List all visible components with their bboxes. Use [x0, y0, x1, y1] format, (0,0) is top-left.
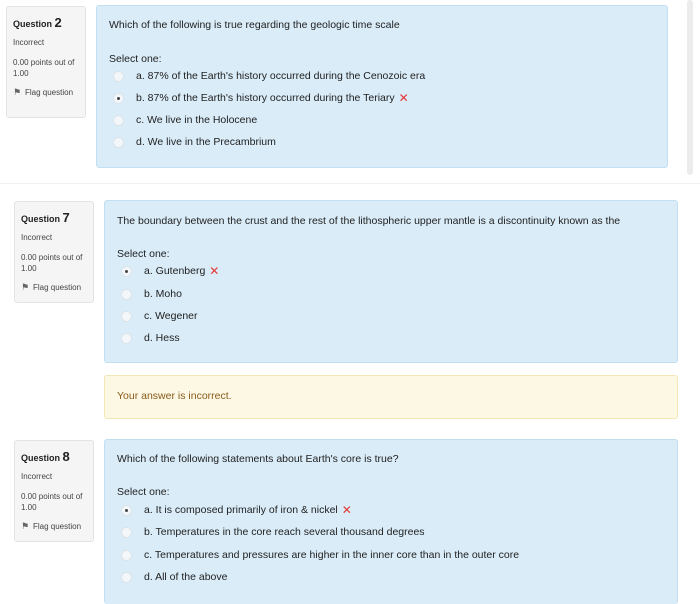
answer-option-a[interactable]: a. 87% of the Earth's history occurred d…	[113, 69, 425, 83]
flag-icon: ⚑	[21, 282, 30, 292]
question-grade: 0.00 points out of 1.00	[21, 492, 83, 512]
answer-option-c[interactable]: c. Temperatures and pressures are higher…	[121, 548, 519, 562]
question-7-formulation: The boundary between the crust and the r…	[104, 200, 678, 363]
flag-question-link[interactable]: ⚑ Flag question	[13, 87, 79, 98]
incorrect-x-icon: ✕	[398, 91, 409, 105]
flag-question-link[interactable]: ⚑ Flag question	[21, 521, 87, 532]
answer-option-b[interactable]: b. Moho	[121, 287, 182, 301]
select-one-prompt: Select one:	[117, 248, 170, 260]
answer-option-d[interactable]: d. We live in the Precambrium	[113, 135, 276, 149]
radio-button[interactable]	[121, 288, 132, 300]
flag-icon: ⚑	[13, 87, 22, 97]
radio-button-selected[interactable]	[113, 92, 124, 104]
question-state: Incorrect	[21, 233, 53, 242]
question-8-info: Question 8 Incorrect 0.00 points out of …	[14, 440, 94, 542]
answer-option-a[interactable]: a. Gutenberg ✕	[121, 264, 219, 278]
feedback-text: Your answer is incorrect.	[117, 390, 232, 402]
select-one-prompt: Select one:	[117, 486, 170, 498]
radio-button[interactable]	[121, 526, 132, 538]
flag-question-link[interactable]: ⚑ Flag question	[21, 282, 87, 293]
radio-button[interactable]	[113, 136, 124, 148]
question-grade: 0.00 points out of 1.00	[21, 253, 83, 273]
answer-option-c[interactable]: c. We live in the Holocene	[113, 113, 257, 127]
radio-button[interactable]	[113, 70, 124, 82]
select-one-prompt: Select one:	[109, 53, 162, 65]
question-text: Which of the following is true regarding…	[109, 19, 400, 31]
answer-option-a[interactable]: a. It is composed primarily of iron & ni…	[121, 503, 352, 517]
flag-icon: ⚑	[21, 521, 30, 531]
question-2-info: Question 2 Incorrect 0.00 points out of …	[6, 6, 86, 118]
question-text: The boundary between the crust and the r…	[117, 215, 621, 227]
question-grade: 0.00 points out of 1.00	[13, 58, 75, 78]
answer-option-b[interactable]: b. Temperatures in the core reach severa…	[121, 525, 425, 539]
radio-button[interactable]	[121, 332, 132, 344]
radio-button[interactable]	[121, 549, 132, 561]
answer-option-d[interactable]: d. Hess	[121, 331, 180, 345]
question-number: Question 8	[21, 449, 70, 464]
answer-option-b[interactable]: b. 87% of the Earth's history occurred d…	[113, 91, 409, 105]
question-7-info: Question 7 Incorrect 0.00 points out of …	[14, 201, 94, 303]
section-divider	[0, 183, 700, 184]
question-2-formulation: Which of the following is true regarding…	[96, 5, 668, 168]
radio-button[interactable]	[121, 310, 132, 322]
incorrect-x-icon: ✕	[341, 503, 352, 517]
radio-button[interactable]	[113, 114, 124, 126]
answer-feedback: Your answer is incorrect.	[104, 375, 678, 419]
question-8-formulation: Which of the following statements about …	[104, 439, 678, 604]
question-number: Question 7	[21, 210, 70, 225]
answer-option-c[interactable]: c. Wegener	[121, 309, 198, 323]
page-scrollbar[interactable]	[687, 0, 693, 175]
radio-button-selected[interactable]	[121, 504, 132, 516]
radio-button-selected[interactable]	[121, 265, 132, 277]
answer-option-d[interactable]: d. All of the above	[121, 570, 227, 584]
question-text: Which of the following statements about …	[117, 453, 399, 465]
incorrect-x-icon: ✕	[209, 264, 220, 278]
question-state: Incorrect	[13, 38, 45, 47]
question-number: Question 2	[13, 15, 62, 30]
question-state: Incorrect	[21, 472, 53, 481]
radio-button[interactable]	[121, 571, 132, 583]
